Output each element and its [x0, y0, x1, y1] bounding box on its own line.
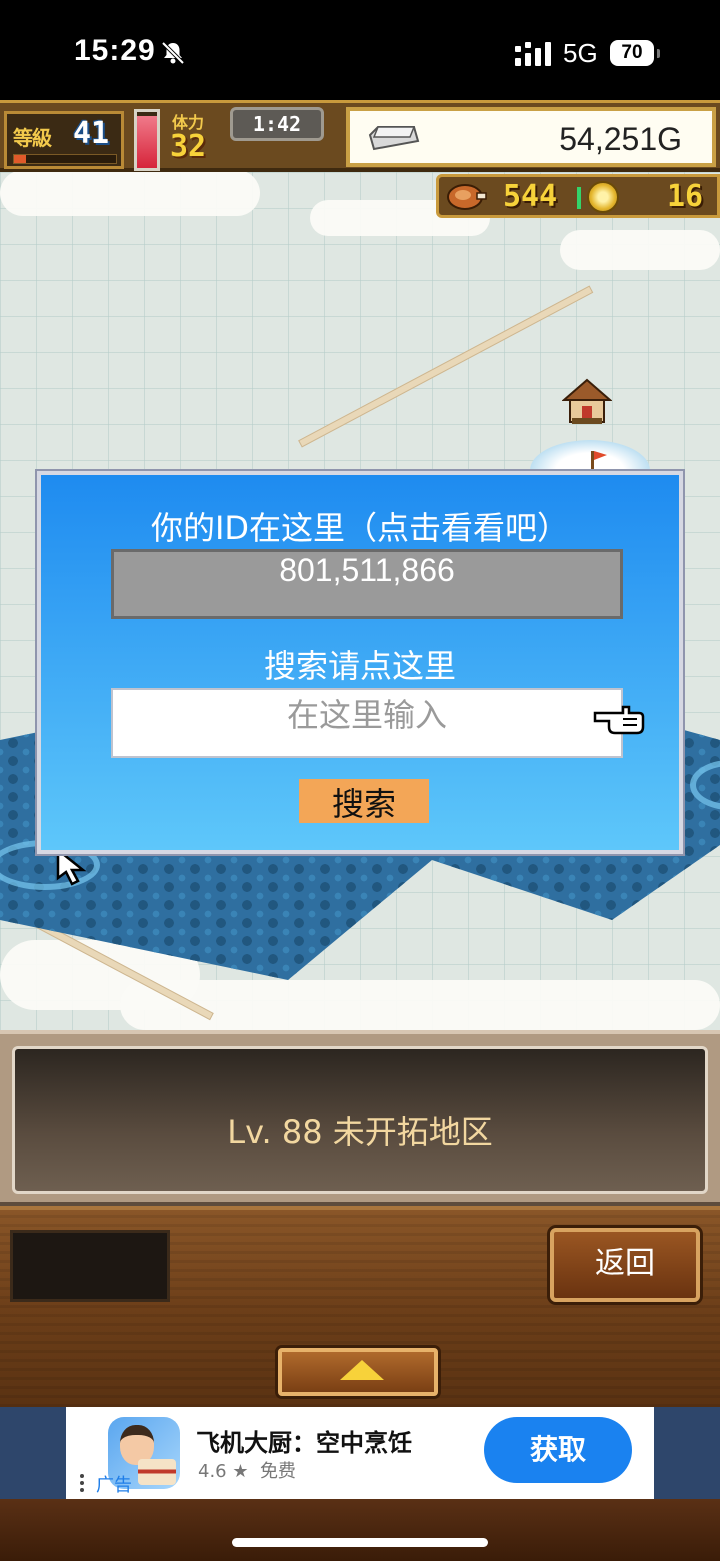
ad-title: 飞机大厨：空中烹饪 — [196, 1429, 412, 1457]
gold-box[interactable]: 54,251G — [346, 107, 716, 167]
area-info-text: Lv. 88 未开拓地区 — [227, 1113, 493, 1151]
xp-bar — [13, 154, 117, 164]
meat-value: 544 — [503, 179, 558, 214]
xp-fill — [14, 155, 27, 163]
ad-card[interactable]: 飞机大厨：空中烹饪 4.6 ★ 免费 广告 获取 — [66, 1407, 654, 1499]
hp-value: 32 — [170, 129, 207, 164]
level-box[interactable]: 等級 41 — [4, 111, 124, 169]
separator — [577, 187, 581, 209]
search-input[interactable]: 在这里输入 — [111, 688, 623, 758]
cake-icon — [138, 1459, 176, 1485]
ad-rating: 4.6 ★ — [198, 1461, 249, 1482]
search-title: 搜索请点这里 — [263, 647, 456, 685]
cloud — [0, 170, 260, 216]
player-id-box[interactable]: 801,511,866 — [111, 549, 623, 619]
status-time: 15:29 — [74, 34, 156, 67]
status-bar: 15:29 5G 70 — [0, 0, 720, 100]
ad-subtitle: 4.6 ★ 免费 — [198, 1457, 296, 1483]
hud-bar: 等級 41 体力 32 1:42 54,251G — [0, 100, 720, 172]
network-type: 5G — [563, 38, 598, 68]
more-icon[interactable] — [80, 1473, 84, 1493]
house-icon[interactable] — [562, 378, 612, 426]
resource-bar: 544 16 — [436, 174, 720, 218]
ad-price: 免费 — [259, 1461, 296, 1482]
area-info-panel: Lv. 88 未开拓地区 — [0, 1030, 720, 1206]
game-map[interactable]: 等級 41 体力 32 1:42 54,251G 544 16 你的ID在这里（… — [0, 100, 720, 1407]
level-value: 41 — [73, 116, 110, 151]
get-button[interactable]: 获取 — [484, 1417, 632, 1483]
id-search-dialog: 你的ID在这里（点击看看吧） 801,511,866 搜索请点这里 在这里输入 … — [37, 471, 683, 854]
expand-button[interactable] — [278, 1348, 438, 1396]
bottom-area — [0, 1499, 720, 1561]
cloud — [120, 980, 720, 1030]
arrow-up-icon — [340, 1360, 384, 1380]
ad-label: 广告 — [96, 1475, 132, 1496]
coin-value: 16 — [667, 179, 704, 214]
empty-slot — [10, 1230, 170, 1302]
bottom-wood-panel: 返回 — [0, 1206, 720, 1407]
stamina-gauge — [134, 109, 160, 171]
meat-icon — [447, 184, 487, 210]
dialog-title: 你的ID在这里（点击看看吧） — [150, 509, 570, 547]
signal-icon — [515, 42, 551, 66]
level-label: 等級 — [13, 126, 52, 150]
stamina-fill — [137, 116, 157, 168]
cursor-icon — [56, 848, 87, 886]
timer: 1:42 — [230, 107, 324, 141]
ad-banner: 飞机大厨：空中烹饪 4.6 ★ 免费 广告 获取 — [0, 1407, 720, 1499]
home-indicator[interactable] — [232, 1538, 488, 1547]
back-button[interactable]: 返回 — [550, 1228, 700, 1302]
coin-icon — [587, 181, 619, 213]
cloud — [560, 230, 720, 270]
battery-icon: 70 — [610, 40, 660, 66]
gold-value: 54,251G — [559, 121, 682, 157]
sand-path — [298, 285, 594, 448]
bell-off-icon — [161, 41, 185, 65]
silver-bar-icon — [368, 126, 420, 151]
area-info-box: Lv. 88 未开拓地区 — [12, 1046, 708, 1194]
search-button[interactable]: 搜索 — [299, 779, 429, 823]
pointing-hand-icon — [593, 705, 645, 735]
